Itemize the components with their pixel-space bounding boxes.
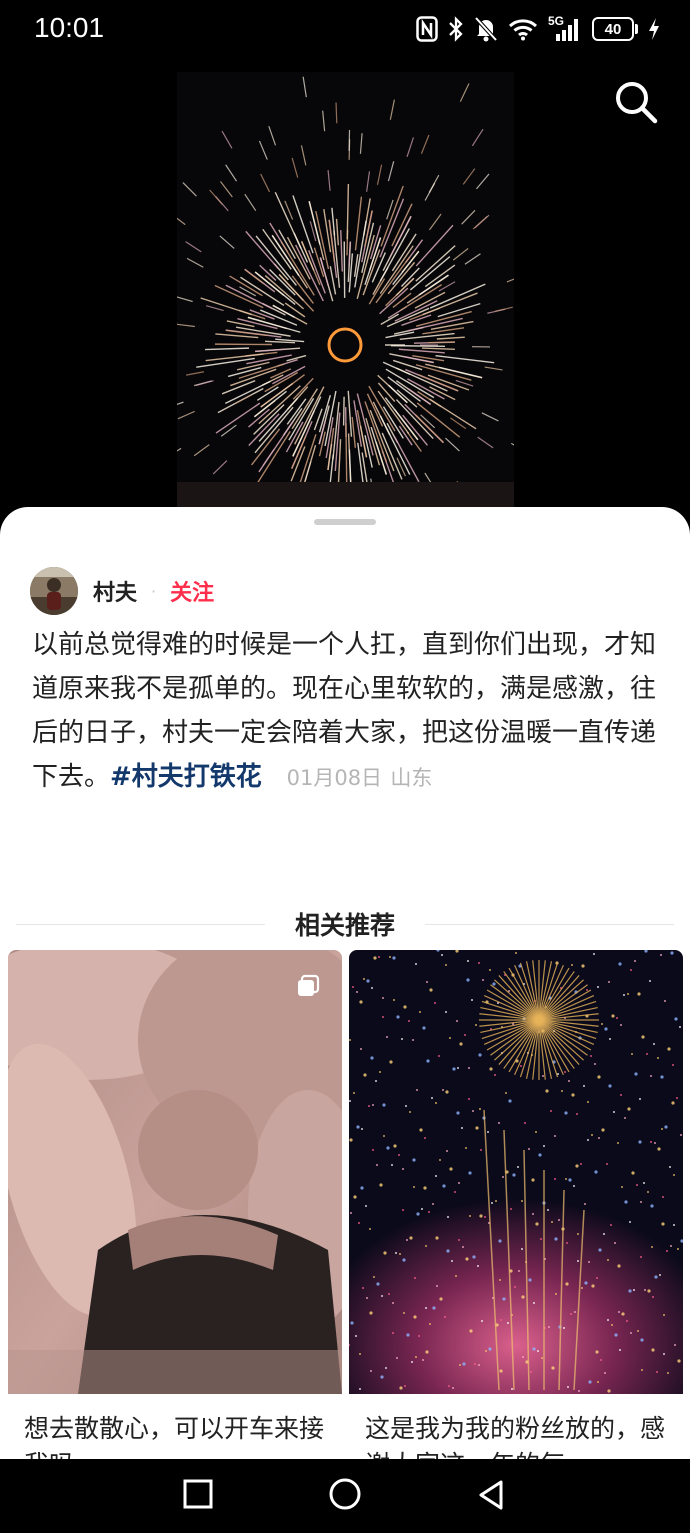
status-bar: 10:01 5G 40	[0, 0, 690, 60]
author-row: 村夫 · 关注	[30, 567, 214, 615]
post-location: 山东	[390, 766, 433, 790]
post-detail-sheet: 村夫 · 关注 以前总觉得难的时候是一个人扛，直到你们出现，才知道原来我不是孤单…	[0, 507, 690, 1459]
search-icon	[616, 82, 658, 124]
video-player[interactable]	[0, 60, 690, 530]
status-icons: 5G 40	[416, 14, 660, 44]
post-date: 01月08日	[286, 766, 383, 790]
card-thumbnail	[349, 950, 683, 1394]
wifi-icon	[508, 19, 538, 41]
avatar[interactable]	[30, 567, 78, 615]
mute-icon	[474, 16, 498, 42]
card-title: 想去散散心，可以开车来接我吗	[24, 1414, 325, 1459]
signal-icon: 5G	[548, 14, 582, 42]
bluetooth-icon	[449, 16, 463, 42]
post-description: 以前总觉得难的时候是一个人扛，直到你们出现，才知道原来我不是孤单的。现在心里软软…	[32, 623, 658, 800]
author-name[interactable]: 村夫	[93, 575, 137, 607]
status-time: 10:01	[34, 12, 105, 43]
battery-icon: 40	[592, 17, 638, 41]
firework-burst-image	[177, 76, 514, 512]
home-icon[interactable]	[329, 1478, 361, 1510]
separator-dot: ·	[151, 581, 157, 601]
related-title: 相关推荐	[295, 911, 396, 940]
search-button[interactable]	[612, 78, 660, 126]
system-nav-bar	[0, 1459, 690, 1533]
multi-image-icon	[298, 974, 320, 996]
battery-level: 40	[592, 17, 634, 41]
recents-icon[interactable]	[183, 1479, 213, 1509]
card-title: 这是我为我的粉丝放的，感谢大家这一年的每一	[365, 1414, 666, 1459]
card-thumbnail	[8, 950, 342, 1394]
drag-handle[interactable]	[314, 519, 376, 525]
back-icon[interactable]	[477, 1479, 505, 1511]
firework-video-frame[interactable]	[177, 72, 514, 512]
related-divider: 相关推荐	[16, 907, 675, 941]
nfc-icon	[416, 16, 438, 42]
hashtag-link[interactable]: #村夫打铁花	[110, 762, 262, 792]
follow-button[interactable]: 关注	[170, 575, 214, 607]
charging-icon	[649, 18, 659, 40]
related-card[interactable]: 想去散散心，可以开车来接我吗	[8, 950, 342, 1459]
related-card[interactable]: 这是我为我的粉丝放的，感谢大家这一年的每一	[349, 950, 683, 1459]
